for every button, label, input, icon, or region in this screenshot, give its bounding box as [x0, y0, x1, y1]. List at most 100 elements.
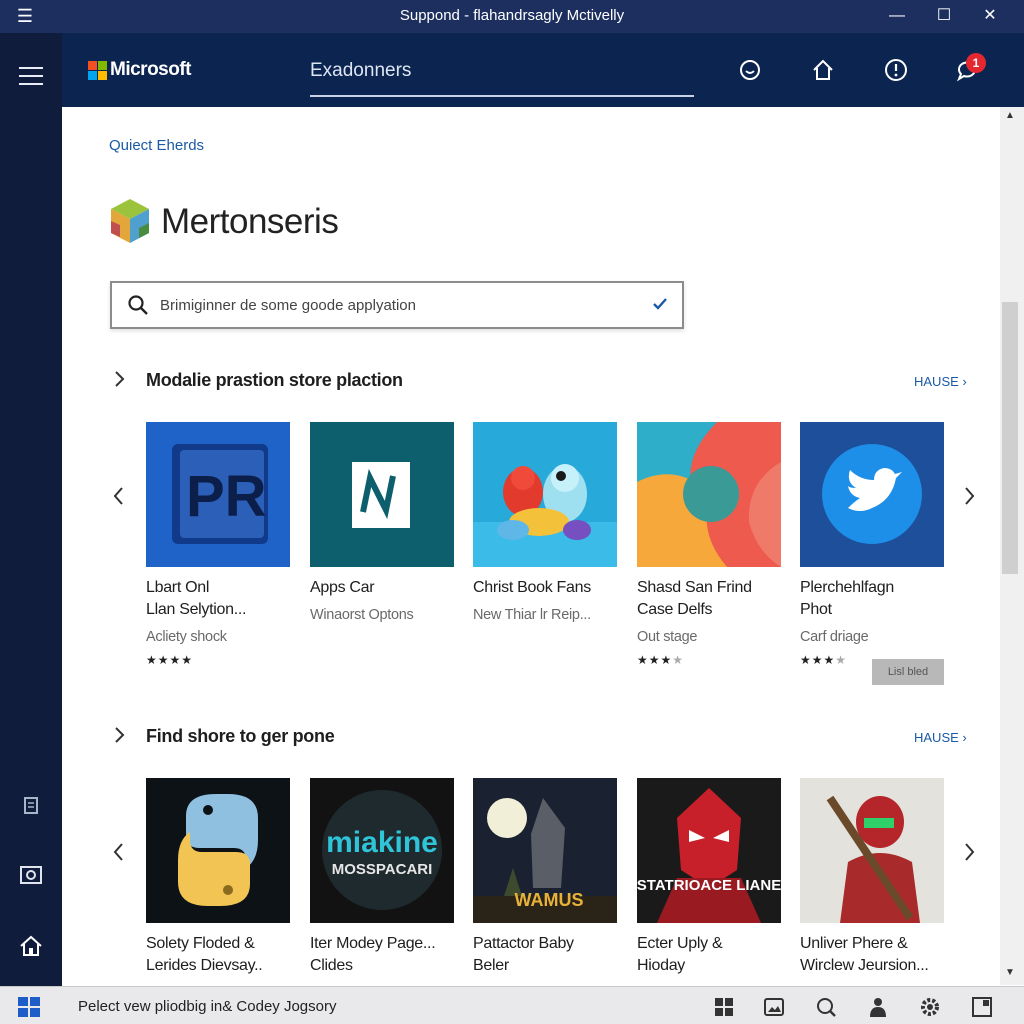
app-subtitle: Acliety shock — [146, 629, 227, 645]
app-cube-logo-icon — [111, 199, 149, 243]
app-tile-miakine[interactable]: miakine MOSSPACARI — [310, 778, 454, 923]
app-name-line2[interactable]: Hioday — [637, 955, 787, 977]
checkmark-icon[interactable] — [650, 294, 670, 314]
left-nav-rail — [0, 33, 62, 986]
app-search-box[interactable] — [110, 281, 684, 329]
page-title: Mertonseris — [161, 202, 339, 241]
app-name[interactable]: Pattactor Baby — [473, 933, 623, 955]
section-title: Find shore to ger pone — [146, 726, 335, 746]
app-name[interactable]: Ecter Uply & — [637, 933, 787, 955]
header-search-field[interactable]: Exadonners — [310, 57, 694, 97]
red-hero-icon: STATRIOACE LIANE — [637, 778, 781, 923]
scroll-up-icon[interactable]: ▲ — [1003, 110, 1017, 121]
carousel-prev-icon[interactable] — [110, 484, 128, 508]
grid-view-icon[interactable] — [712, 995, 736, 1019]
info-icon[interactable] — [881, 55, 911, 85]
store-header: Microsoft Exadonners 1 — [62, 33, 1024, 107]
photos-icon[interactable] — [762, 995, 786, 1019]
app-tile-plerchehlfagn[interactable] — [800, 422, 944, 567]
close-button[interactable]: ✕ — [967, 2, 1013, 30]
brand-label[interactable]: Microsoft — [110, 59, 192, 81]
taskbar-status-text[interactable]: Pelect vew pliodbig in& Codey Jogsory — [78, 998, 336, 1015]
app-name-line2[interactable]: Beler — [473, 955, 623, 977]
app-tile-ecter[interactable]: STATRIOACE LIANE — [637, 778, 781, 923]
carousel-prev-icon[interactable] — [110, 840, 128, 864]
tile-logo-text: STATRIOACE LIANE — [637, 877, 781, 894]
star-rating: ★★★★ — [637, 653, 685, 667]
minimize-button[interactable]: — — [874, 2, 920, 30]
hamburger-icon[interactable] — [19, 67, 43, 91]
section-more-link[interactable]: HAUSE › — [914, 730, 967, 745]
app-name[interactable]: Lbart Onl — [146, 577, 296, 599]
scrollbar-thumb[interactable] — [1002, 302, 1018, 574]
taskbar: Pelect vew pliodbig in& Codey Jogsory — [0, 986, 1024, 1024]
store-home-icon[interactable] — [808, 55, 838, 85]
python-logo-icon — [146, 778, 290, 923]
app-tile-pr[interactable]: PR — [146, 422, 290, 567]
app-name[interactable]: Plerchehlfagn — [800, 577, 950, 599]
pr-app-icon: PR — [146, 422, 290, 567]
app-name[interactable]: Solety Floded & — [146, 933, 296, 955]
user-icon[interactable] — [866, 995, 890, 1019]
tile-logo-text: WAMUS — [515, 890, 584, 910]
red-warrior-icon — [800, 778, 944, 923]
night-warrior-icon: WAMUS — [473, 778, 617, 923]
app-tile-apps-car[interactable] — [310, 422, 454, 567]
media-icon[interactable] — [16, 862, 46, 888]
app-name-line2[interactable]: Lerides Dievsay.. — [146, 955, 296, 977]
app-name-line2[interactable]: Wirclew Jeursion... — [800, 955, 950, 977]
miakine-game-icon: miakine MOSSPACARI — [310, 778, 454, 923]
app-search-input[interactable] — [160, 291, 630, 319]
star-rating: ★★★★ — [146, 653, 194, 667]
app-name-line2[interactable]: Phot — [800, 599, 950, 621]
gear-icon[interactable] — [918, 995, 942, 1019]
carousel-next-icon[interactable] — [960, 484, 978, 508]
windows-start-icon[interactable] — [18, 997, 40, 1017]
carousel-next-icon[interactable] — [960, 840, 978, 864]
app-name-line2[interactable]: Llan Selytion... — [146, 599, 296, 621]
star-rating: ★★★★ — [800, 653, 848, 667]
app-tile-python[interactable] — [146, 778, 290, 923]
search-icon[interactable] — [126, 293, 150, 317]
section-title: Modalie prastion store plaction — [146, 370, 403, 390]
abstract-shapes-icon — [637, 422, 781, 567]
n-app-icon — [310, 422, 454, 567]
microsoft-logo-icon — [88, 61, 107, 80]
scroll-down-icon[interactable]: ▼ — [1003, 967, 1017, 978]
app-tile-unliver[interactable] — [800, 778, 944, 923]
app-name[interactable]: Iter Modey Page... — [310, 933, 460, 955]
document-icon[interactable] — [16, 793, 46, 819]
app-subtitle: Winaorst Optons — [310, 607, 414, 623]
section-expand-chevron-icon[interactable] — [112, 725, 126, 745]
app-tile-christ-book[interactable] — [473, 422, 617, 567]
maximize-button[interactable]: ☐ — [921, 2, 967, 30]
smiley-icon[interactable] — [735, 55, 765, 85]
window-title: Suppond - flahandrsagly Mctivelly — [399, 7, 625, 24]
twitter-bird-icon — [800, 422, 944, 567]
home-icon[interactable] — [16, 933, 46, 959]
cartoon-birds-icon — [473, 422, 617, 567]
app-name-line2[interactable]: Clides — [310, 955, 460, 977]
section-expand-chevron-icon[interactable] — [112, 369, 126, 389]
svg-text:PR: PR — [186, 464, 267, 529]
status-tag[interactable]: Lisl bled — [872, 659, 944, 685]
main-content: Quiect Eherds Mertonseris Modalie prasti… — [62, 107, 1000, 985]
app-name[interactable]: Christ Book Fans — [473, 577, 623, 599]
app-subtitle: New Thiar lr Reip... — [473, 607, 591, 623]
window-frame-icon[interactable] — [970, 995, 994, 1019]
app-name[interactable]: Apps Car — [310, 577, 460, 599]
app-name[interactable]: Shasd San Frind — [637, 577, 787, 599]
app-name[interactable]: Unliver Phere & — [800, 933, 950, 955]
app-name-line2[interactable]: Case Delfs — [637, 599, 787, 621]
app-tile-shasd[interactable] — [637, 422, 781, 567]
window-titlebar: ☰ Suppond - flahandrsagly Mctivelly — ☐ … — [0, 0, 1024, 33]
section-more-link[interactable]: HAUSE › — [914, 374, 967, 389]
vertical-scrollbar[interactable]: ▲ ▼ — [1000, 107, 1024, 985]
notification-badge: 1 — [966, 53, 986, 73]
app-subtitle: Out stage — [637, 629, 698, 645]
breadcrumb[interactable]: Quiect Eherds — [109, 137, 204, 154]
app-tile-pattactor[interactable]: WAMUS — [473, 778, 617, 923]
tile-logo-text: miakine — [326, 826, 438, 859]
search-taskbar-icon[interactable] — [814, 995, 838, 1019]
tile-logo-subtext: MOSSPACARI — [332, 861, 433, 878]
